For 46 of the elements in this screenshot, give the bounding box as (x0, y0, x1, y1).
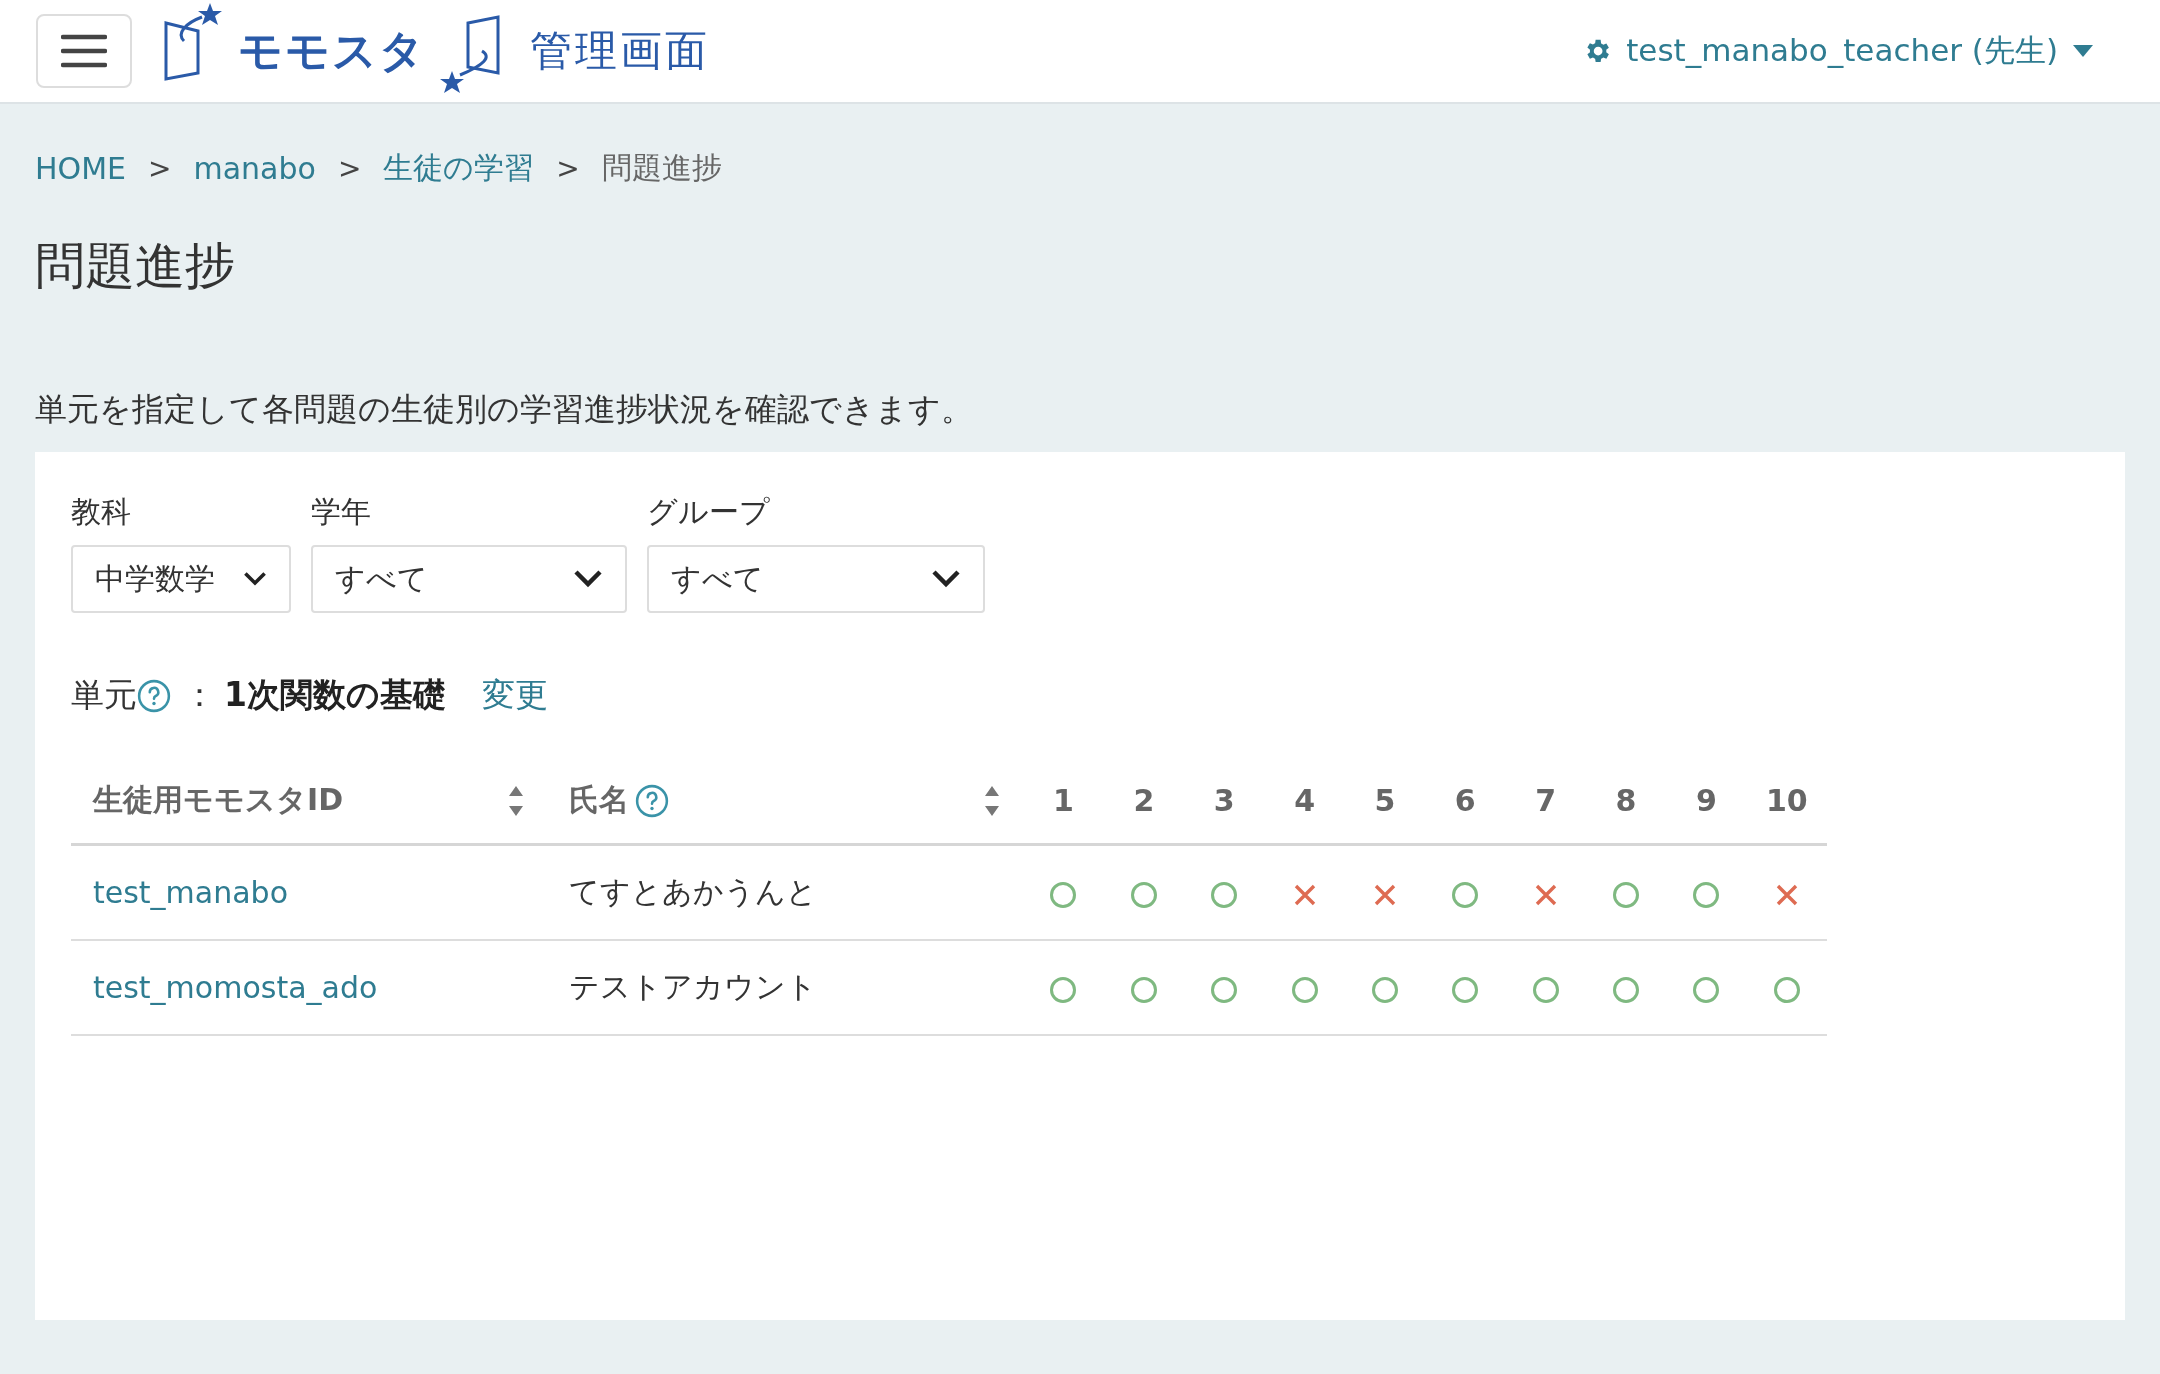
breadcrumb-separator: > (337, 152, 362, 185)
unit-name: 1次関数の基礎 (224, 674, 446, 716)
filter-label: 学年 (311, 493, 372, 531)
breadcrumb-link[interactable]: 生徒の学習 (383, 148, 535, 189)
chevron-down-icon (573, 569, 603, 589)
breadcrumb-separator: > (148, 152, 172, 185)
question-number: 6 (1454, 783, 1476, 818)
filter-select[interactable]: すべて (311, 545, 627, 613)
help-icon[interactable] (137, 678, 171, 713)
page-title: 問題進捗 (35, 236, 236, 297)
logo-text: モモスタ (238, 23, 426, 78)
student-name: テストアカウント (569, 969, 818, 1004)
chevron-down-icon (931, 569, 961, 589)
filter-select[interactable]: すべて (647, 545, 985, 613)
menu-button[interactable] (36, 14, 132, 88)
user-menu[interactable]: test_manabo_teacher (先生) (1582, 30, 2094, 72)
question-number: 10 (1765, 783, 1808, 818)
student-id-link[interactable]: test_manabo (93, 875, 288, 910)
question-number: 2 (1133, 783, 1155, 818)
caret-icon (2072, 44, 2094, 58)
unit-separator: ： (183, 674, 216, 716)
question-number: 7 (1535, 783, 1557, 818)
column-header: 生徒用モモスタID (93, 781, 344, 819)
question-number: 3 (1213, 783, 1235, 818)
breadcrumb-link[interactable]: manabo (193, 151, 316, 186)
question-number: 1 (1053, 783, 1074, 818)
page-description: 単元を指定して各問題の生徒別の学習進捗状況を確認できます。 (35, 389, 974, 430)
menu-icon (61, 34, 107, 68)
breadcrumb-separator: > (556, 152, 580, 185)
chevron-down-icon (243, 571, 267, 587)
question-number: 4 (1294, 783, 1315, 818)
question-number: 5 (1374, 783, 1396, 818)
column-header: 氏名 (569, 781, 630, 819)
filter-select[interactable]: 中学数学 (71, 545, 291, 613)
student-id-link[interactable]: test_momosta_ado (93, 970, 378, 1005)
filter-label: グループ (647, 493, 771, 531)
change-link[interactable]: 変更 (481, 673, 548, 718)
breadcrumb-link[interactable]: HOME (35, 151, 126, 186)
current-page-label: 問題進捗 (601, 149, 722, 187)
student-name: てすとあかうんと (569, 874, 818, 909)
unit-label: 単元 (71, 674, 137, 716)
help-icon[interactable] (635, 783, 670, 818)
logo-subtitle: 管理画面 (530, 25, 710, 77)
question-number: 8 (1615, 783, 1637, 818)
filter-label: 教科 (71, 493, 132, 531)
question-number: 9 (1695, 783, 1717, 818)
